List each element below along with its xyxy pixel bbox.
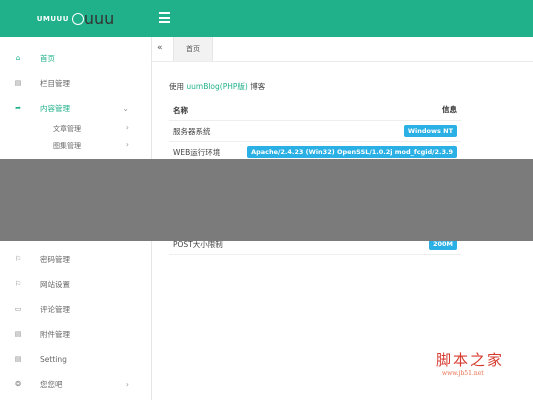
overlay-band bbox=[0, 159, 533, 241]
sidebar-item-columns[interactable]: ▤ 栏目管理 bbox=[0, 73, 151, 93]
sidebar-item-home[interactable]: ⌂ 首页 bbox=[0, 48, 151, 68]
flag-icon: ⚐ bbox=[14, 255, 22, 263]
sidebar-item-setting[interactable]: ▤ Setting bbox=[0, 349, 151, 369]
logo[interactable]: UMUUU bbox=[36, 12, 84, 25]
sidebar-item-label: Setting bbox=[40, 354, 67, 364]
info-badge: Windows NT bbox=[403, 125, 457, 137]
intro-app-name: uumBlog(PHP版) bbox=[186, 82, 248, 91]
intro-suffix: 博客 bbox=[250, 82, 266, 91]
sidebar-item-label: 您您吧 bbox=[40, 379, 63, 389]
row-name: 服务器系统 bbox=[173, 127, 211, 136]
sidebar-item-label: 评论管理 bbox=[40, 304, 70, 314]
logo-subtext: uuu bbox=[83, 9, 115, 28]
tab-bar: « 首页 bbox=[151, 37, 533, 62]
chevron-right-icon: › bbox=[125, 379, 129, 389]
sidebar-item-comments[interactable]: ▭ 评论管理 bbox=[0, 299, 151, 319]
sidebar-subitem-galleries[interactable]: 图集管理 › bbox=[0, 138, 151, 154]
intro-prefix: 使用 bbox=[169, 82, 184, 91]
sidebar-item-label: 密码管理 bbox=[40, 254, 70, 264]
file-icon: ▤ bbox=[14, 355, 22, 363]
list-icon: ▤ bbox=[14, 79, 22, 87]
sidebar-subitem-articles[interactable]: 文章管理 › bbox=[0, 121, 151, 137]
table-row: 服务器系统 Windows NT bbox=[169, 121, 461, 142]
logo-bar: UMUUU uuu bbox=[0, 0, 151, 37]
intro-text: 使用 uumBlog(PHP版) 博客 bbox=[169, 81, 265, 92]
menu-toggle-icon[interactable] bbox=[159, 12, 170, 23]
sidebar-item-content[interactable]: ➦ 内容管理 ⌄ bbox=[0, 98, 151, 118]
chevron-right-icon: › bbox=[125, 123, 129, 132]
sidebar-subitem-label: 文章管理 bbox=[53, 125, 81, 133]
comment-icon: ▭ bbox=[14, 305, 22, 313]
sidebar-item-password[interactable]: ⚐ 密码管理 bbox=[0, 249, 151, 269]
settings-icon: ❂ bbox=[15, 380, 21, 388]
sidebar-item-label: 首页 bbox=[40, 53, 55, 63]
info-badge: Apache/2.4.23 (Win32) OpenSSL/1.0.2j mod… bbox=[247, 146, 457, 158]
tab-scroll-left-button[interactable]: « bbox=[157, 43, 163, 53]
row-name: WEB运行环境 bbox=[173, 148, 221, 157]
tab-home[interactable]: 首页 bbox=[173, 37, 213, 61]
chevron-down-icon: ⌄ bbox=[122, 103, 129, 113]
column-header-name: 名称 bbox=[173, 106, 188, 115]
watermark: 脚本之家 www.jb51.net bbox=[436, 349, 505, 377]
watermark-url: www.jb51.net bbox=[442, 370, 484, 377]
file-icon: ▤ bbox=[14, 330, 22, 338]
sidebar-item-more[interactable]: ❂ 您您吧 › bbox=[0, 374, 151, 394]
table-header: 名称 信息 bbox=[169, 100, 461, 121]
sidebar-subitem-label: 图集管理 bbox=[53, 142, 81, 150]
sidebar-item-site-settings[interactable]: ⚐ 网站设置 bbox=[0, 274, 151, 294]
top-bar bbox=[151, 0, 533, 37]
home-icon: ⌂ bbox=[15, 54, 21, 62]
cat-logo-icon bbox=[71, 12, 84, 25]
sidebar-item-label: 网站设置 bbox=[40, 279, 70, 289]
watermark-title: 脚本之家 bbox=[436, 351, 505, 369]
sidebar-item-label: 栏目管理 bbox=[40, 78, 70, 88]
chevron-right-icon: › bbox=[125, 140, 129, 149]
column-header-info: 信息 bbox=[442, 105, 457, 114]
sidebar-item-label: 内容管理 bbox=[40, 103, 70, 113]
sidebar-item-attachments[interactable]: ▤ 附件管理 bbox=[0, 324, 151, 344]
flag-icon: ⚐ bbox=[14, 280, 22, 288]
sidebar-item-label: 附件管理 bbox=[40, 329, 70, 339]
share-icon: ➦ bbox=[15, 104, 21, 112]
logo-text: UMUUU bbox=[36, 14, 69, 23]
